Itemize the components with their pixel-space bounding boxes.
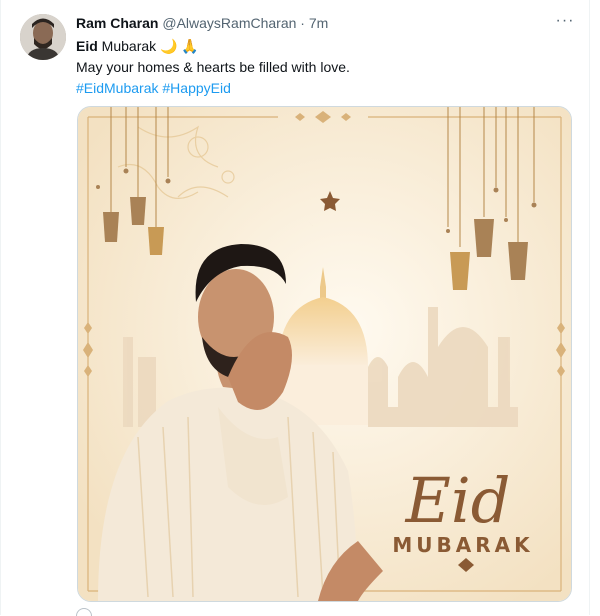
tweet-media-image[interactable]: Eid MUBARAK (77, 106, 572, 602)
emoji-moon-pray: 🌙 🙏 (160, 38, 199, 54)
avatar[interactable] (20, 14, 66, 60)
tweet-bold-word: Eid (76, 38, 98, 54)
tweet-line-1-rest: Mubarak (97, 38, 161, 54)
tweet-line-1: Eid Mubarak 🌙 🙏 (76, 36, 556, 57)
avatar-image (20, 14, 66, 60)
eid-greeting-image: Eid MUBARAK (78, 107, 571, 601)
hashtag-line: #EidMubarak #HappyEid (76, 78, 556, 99)
hashtag-eidmubarak[interactable]: #EidMubarak (76, 80, 159, 96)
timestamp[interactable]: 7m (309, 15, 328, 31)
separator-dot: · (300, 15, 305, 31)
tweet[interactable]: Ram Charan @AlwaysRamCharan · 7m ··· Eid… (0, 0, 590, 616)
tweet-header: Ram Charan @AlwaysRamCharan · 7m (76, 14, 328, 32)
hashtag-happyeid[interactable]: #HappyEid (162, 80, 231, 96)
tweet-text: Eid Mubarak 🌙 🙏 May your homes & hearts … (76, 36, 556, 99)
card-subtitle-mubarak: MUBARAK (392, 533, 533, 557)
more-options-label: ··· (555, 12, 575, 29)
tweet-line-2: May your homes & hearts be filled with l… (76, 59, 350, 75)
card-title-eid: Eid (405, 464, 511, 537)
author-name[interactable]: Ram Charan (76, 15, 158, 31)
author-handle[interactable]: @AlwaysRamCharan (162, 15, 296, 31)
more-options-icon[interactable]: ··· (555, 12, 575, 32)
